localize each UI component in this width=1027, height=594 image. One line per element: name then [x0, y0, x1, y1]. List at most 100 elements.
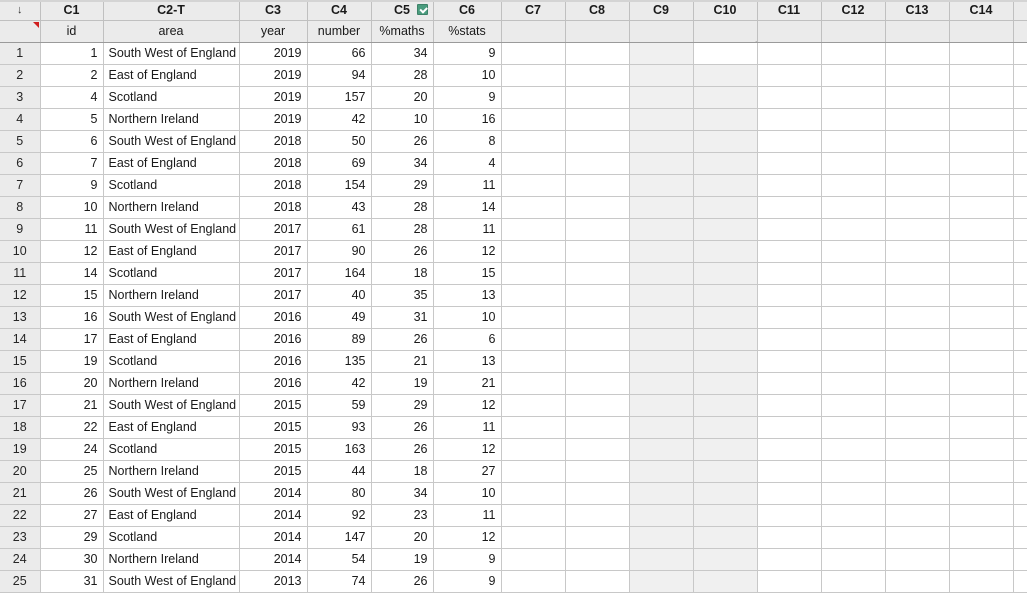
- cell-c4-r16[interactable]: 42: [307, 372, 372, 395]
- column-name-c14[interactable]: [949, 20, 1014, 43]
- cell-c15-r20[interactable]: [1013, 460, 1027, 483]
- cell-c13-r25[interactable]: [885, 570, 950, 593]
- cell-c12-r4[interactable]: [821, 108, 886, 131]
- cell-c6-r10[interactable]: 12: [433, 240, 502, 263]
- cell-c13-r13[interactable]: [885, 306, 950, 329]
- cell-c9-r11[interactable]: [629, 262, 694, 285]
- cell-c10-r22[interactable]: [693, 504, 758, 527]
- cell-c5-r25[interactable]: 26: [371, 570, 434, 593]
- cell-c15-r23[interactable]: [1013, 526, 1027, 549]
- cell-c14-r21[interactable]: [949, 482, 1014, 505]
- cell-c1-r15[interactable]: 19: [40, 350, 104, 373]
- row-number[interactable]: 9: [0, 218, 41, 241]
- cell-c10-r7[interactable]: [693, 174, 758, 197]
- cell-c6-r8[interactable]: 14: [433, 196, 502, 219]
- cell-c7-r6[interactable]: [501, 152, 566, 175]
- cell-c13-r6[interactable]: [885, 152, 950, 175]
- cell-c9-r16[interactable]: [629, 372, 694, 395]
- cell-c6-r11[interactable]: 15: [433, 262, 502, 285]
- cell-c7-r24[interactable]: [501, 548, 566, 571]
- cell-c4-r10[interactable]: 90: [307, 240, 372, 263]
- cell-c5-r13[interactable]: 31: [371, 306, 434, 329]
- cell-c4-r12[interactable]: 40: [307, 284, 372, 307]
- cell-c13-r11[interactable]: [885, 262, 950, 285]
- column-name-c7[interactable]: [501, 20, 566, 43]
- column-name-c5[interactable]: %maths: [371, 20, 434, 43]
- cell-c2-r4[interactable]: Northern Ireland: [103, 108, 240, 131]
- cell-c14-r7[interactable]: [949, 174, 1014, 197]
- cell-c7-r1[interactable]: [501, 42, 566, 65]
- cell-c12-r3[interactable]: [821, 86, 886, 109]
- cell-c2-r25[interactable]: South West of England: [103, 570, 240, 593]
- cell-c7-r17[interactable]: [501, 394, 566, 417]
- cell-c9-r4[interactable]: [629, 108, 694, 131]
- cell-c6-r17[interactable]: 12: [433, 394, 502, 417]
- cell-c14-r16[interactable]: [949, 372, 1014, 395]
- table-row[interactable]: 3 4 Scotland 2019 157 20 9: [0, 86, 1027, 109]
- table-row[interactable]: 9 11 South West of England 2017 61 28 11: [0, 218, 1027, 241]
- cell-c8-r22[interactable]: [565, 504, 630, 527]
- row-number[interactable]: 24: [0, 548, 41, 571]
- cell-c5-r1[interactable]: 34: [371, 42, 434, 65]
- cell-c2-r19[interactable]: Scotland: [103, 438, 240, 461]
- data-table[interactable]: ↓ C1 C2-T C3 C4 C5 C6 C7 C8 C9 C10 C11 C12 C13 C14 id ar…: [0, 0, 1027, 593]
- row-number[interactable]: 5: [0, 130, 41, 153]
- cell-c9-r15[interactable]: [629, 350, 694, 373]
- cell-c4-r14[interactable]: 89: [307, 328, 372, 351]
- table-row[interactable]: 18 22 East of England 2015 93 26 11: [0, 416, 1027, 439]
- cell-c14-r1[interactable]: [949, 42, 1014, 65]
- cell-c2-r12[interactable]: Northern Ireland: [103, 284, 240, 307]
- cell-c8-r25[interactable]: [565, 570, 630, 593]
- cell-c4-r17[interactable]: 59: [307, 394, 372, 417]
- cell-c14-r19[interactable]: [949, 438, 1014, 461]
- cell-c15-r4[interactable]: [1013, 108, 1027, 131]
- cell-c15-r18[interactable]: [1013, 416, 1027, 439]
- cell-c1-r6[interactable]: 7: [40, 152, 104, 175]
- cell-c7-r10[interactable]: [501, 240, 566, 263]
- cell-c4-r5[interactable]: 50: [307, 130, 372, 153]
- cell-c6-r7[interactable]: 11: [433, 174, 502, 197]
- cell-c11-r14[interactable]: [757, 328, 822, 351]
- cell-c3-r5[interactable]: 2018: [239, 130, 308, 153]
- cell-c15-r5[interactable]: [1013, 130, 1027, 153]
- cell-c9-r5[interactable]: [629, 130, 694, 153]
- cell-c5-r6[interactable]: 34: [371, 152, 434, 175]
- cell-c10-r17[interactable]: [693, 394, 758, 417]
- table-row[interactable]: 12 15 Northern Ireland 2017 40 35 13: [0, 284, 1027, 307]
- cell-c14-r20[interactable]: [949, 460, 1014, 483]
- cell-c7-r14[interactable]: [501, 328, 566, 351]
- cell-c1-r25[interactable]: 31: [40, 570, 104, 593]
- cell-c8-r5[interactable]: [565, 130, 630, 153]
- row-number[interactable]: 10: [0, 240, 41, 263]
- cell-c7-r7[interactable]: [501, 174, 566, 197]
- cell-c5-r5[interactable]: 26: [371, 130, 434, 153]
- cell-c15-r19[interactable]: [1013, 438, 1027, 461]
- cell-c11-r13[interactable]: [757, 306, 822, 329]
- cell-c6-r4[interactable]: 16: [433, 108, 502, 131]
- cell-c5-r14[interactable]: 26: [371, 328, 434, 351]
- cell-c7-r12[interactable]: [501, 284, 566, 307]
- cell-c2-r14[interactable]: East of England: [103, 328, 240, 351]
- column-header-c11[interactable]: C11: [757, 0, 822, 21]
- cell-c4-r23[interactable]: 147: [307, 526, 372, 549]
- cell-c1-r13[interactable]: 16: [40, 306, 104, 329]
- column-header-c6[interactable]: C6: [433, 0, 502, 21]
- cell-c4-r18[interactable]: 93: [307, 416, 372, 439]
- cell-c12-r13[interactable]: [821, 306, 886, 329]
- cell-c10-r18[interactable]: [693, 416, 758, 439]
- cell-c12-r25[interactable]: [821, 570, 886, 593]
- cell-c12-r14[interactable]: [821, 328, 886, 351]
- cell-c8-r6[interactable]: [565, 152, 630, 175]
- cell-c6-r25[interactable]: 9: [433, 570, 502, 593]
- cell-c10-r4[interactable]: [693, 108, 758, 131]
- cell-c4-r25[interactable]: 74: [307, 570, 372, 593]
- cell-c3-r12[interactable]: 2017: [239, 284, 308, 307]
- cell-c14-r11[interactable]: [949, 262, 1014, 285]
- column-name-c11[interactable]: [757, 20, 822, 43]
- cell-c1-r5[interactable]: 6: [40, 130, 104, 153]
- cell-c7-r25[interactable]: [501, 570, 566, 593]
- cell-c11-r17[interactable]: [757, 394, 822, 417]
- cell-c7-r22[interactable]: [501, 504, 566, 527]
- cell-c14-r12[interactable]: [949, 284, 1014, 307]
- cell-c3-r2[interactable]: 2019: [239, 64, 308, 87]
